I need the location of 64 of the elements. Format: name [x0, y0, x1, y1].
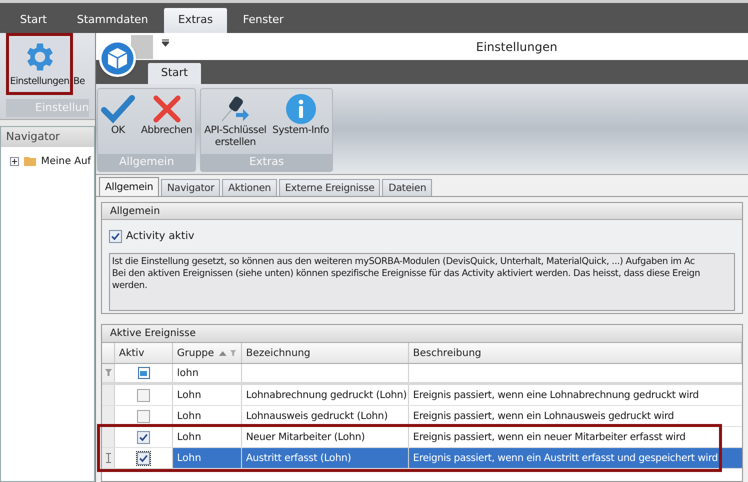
dropdown-icon[interactable]	[162, 39, 169, 47]
checkmark-icon	[139, 454, 148, 462]
checkmark-icon	[111, 232, 120, 241]
ribbon-button[interactable]: System-Info	[269, 89, 332, 151]
table-cell: Neuer Mitarbeiter (Lohn)	[242, 427, 409, 447]
tab[interactable]: Aktionen	[222, 179, 277, 196]
ribbon-button[interactable]: Be	[73, 37, 85, 91]
group-label: Allgemein	[98, 154, 196, 171]
table-cell: Lohn	[173, 385, 242, 405]
column-header[interactable]: Bezeichnung	[242, 343, 409, 363]
folder-icon	[24, 156, 36, 166]
text-cursor-icon	[106, 453, 110, 463]
section-header: Aktive Ereignisse	[102, 325, 742, 343]
sort-filter-icon[interactable]	[218, 349, 237, 357]
checkbox-label: Activity aktiv	[126, 228, 194, 244]
table-cell: Lohnausweis gedruckt (Lohn)	[242, 406, 409, 426]
checkmark-icon	[101, 94, 135, 124]
tab[interactable]: Externe Ereignisse	[278, 179, 380, 196]
checkbox[interactable]	[137, 410, 150, 422]
window-title: Einstellungen	[476, 38, 558, 56]
table-cell: Lohnabrechnung gedruckt (Lohn)	[242, 385, 409, 405]
description-box: Ist die Einstellung gesetzt, so können aus den weiteren mySORBA-Modulen (DevisQuick, Unterhalt, MaterialQuick, ...) Aufgaben im Ac Bei den aktiven Ereignissen (siehe unten) können spezifische Ereignisse für das Activity aktiviert werden. Das heisst, dass diese Ereign werden.	[109, 253, 735, 311]
column-header[interactable]: Beschreibung	[409, 343, 742, 363]
tab[interactable]: Navigator	[161, 179, 220, 196]
checkbox[interactable]	[109, 230, 122, 243]
table-cell-text: Ereignis passiert, wenn eine Lohnabrechnung gedruckt wird	[412, 388, 700, 402]
menu-tab[interactable]: Start	[6, 8, 61, 33]
navigator-header: Navigator	[1, 127, 94, 147]
filter-icon	[104, 369, 112, 377]
info-icon	[284, 93, 317, 125]
filter-checkbox[interactable]	[138, 367, 150, 379]
ribbon-button[interactable]: OK	[98, 89, 138, 151]
table-cell-text: Ereignis passiert, wenn ein Lohnausweis gedruckt wird	[412, 410, 675, 424]
ribbon-tab[interactable]: Start	[148, 63, 201, 84]
table-cell-text: Ereignis passiert, wenn ein neuer Mitarbeiter erfasst wird	[412, 430, 686, 444]
checkbox[interactable]	[137, 430, 150, 444]
filter-field[interactable]: lohn	[173, 364, 242, 382]
tree-item[interactable]: Meine Auf	[1, 153, 94, 169]
cross-icon	[152, 94, 182, 124]
table-row[interactable]: Lohn Neuer Mitarbeiter (Lohn) Ereignis passiert, wenn ein neuer Mitarbeiter erfasst wird	[102, 427, 742, 448]
checkbox[interactable]	[137, 452, 150, 464]
table-cell: Lohn	[173, 448, 242, 468]
checkbox[interactable]	[137, 388, 150, 402]
tab[interactable]: Dateien	[382, 179, 432, 196]
table-row[interactable]: Lohn Austritt erfasst (Lohn) Ereignis passiert, wenn ein Austritt erfasst und gespeichert wird	[102, 448, 742, 469]
table-cell-text: Ereignis passiert, wenn ein Austritt erfasst und gespeichert wird	[412, 452, 719, 466]
ribbon-button[interactable]: API-Schlüssel erstellen	[201, 89, 270, 151]
table-cell: Lohn	[173, 406, 242, 426]
tab[interactable]: Allgemein	[99, 177, 160, 196]
ribbon-button[interactable]: Einstellungen	[10, 37, 70, 91]
expand-icon[interactable]	[10, 156, 19, 166]
group-label: Extras	[201, 154, 332, 171]
section-header: Allgemein	[102, 203, 742, 220]
menu-tab[interactable]: Stammdaten	[62, 8, 162, 33]
table-row[interactable]: Lohn Lohnabrechnung gedruckt (Lohn) Ereignis passiert, wenn eine Lohnabrechnung gedruckt wird	[102, 385, 742, 406]
quick-access-button[interactable]	[131, 35, 153, 59]
table-cell: Austritt erfasst (Lohn)	[242, 448, 409, 468]
column-header[interactable]: Aktiv	[115, 343, 173, 363]
menu-tab[interactable]: Fenster	[228, 8, 298, 33]
table-cell: Lohn	[173, 427, 242, 447]
ribbon-button[interactable]: Abbrechen	[138, 89, 196, 151]
menu-tab[interactable]: Extras	[164, 8, 227, 33]
checkmark-icon	[139, 432, 148, 442]
column-header[interactable]: Gruppe	[173, 343, 242, 363]
